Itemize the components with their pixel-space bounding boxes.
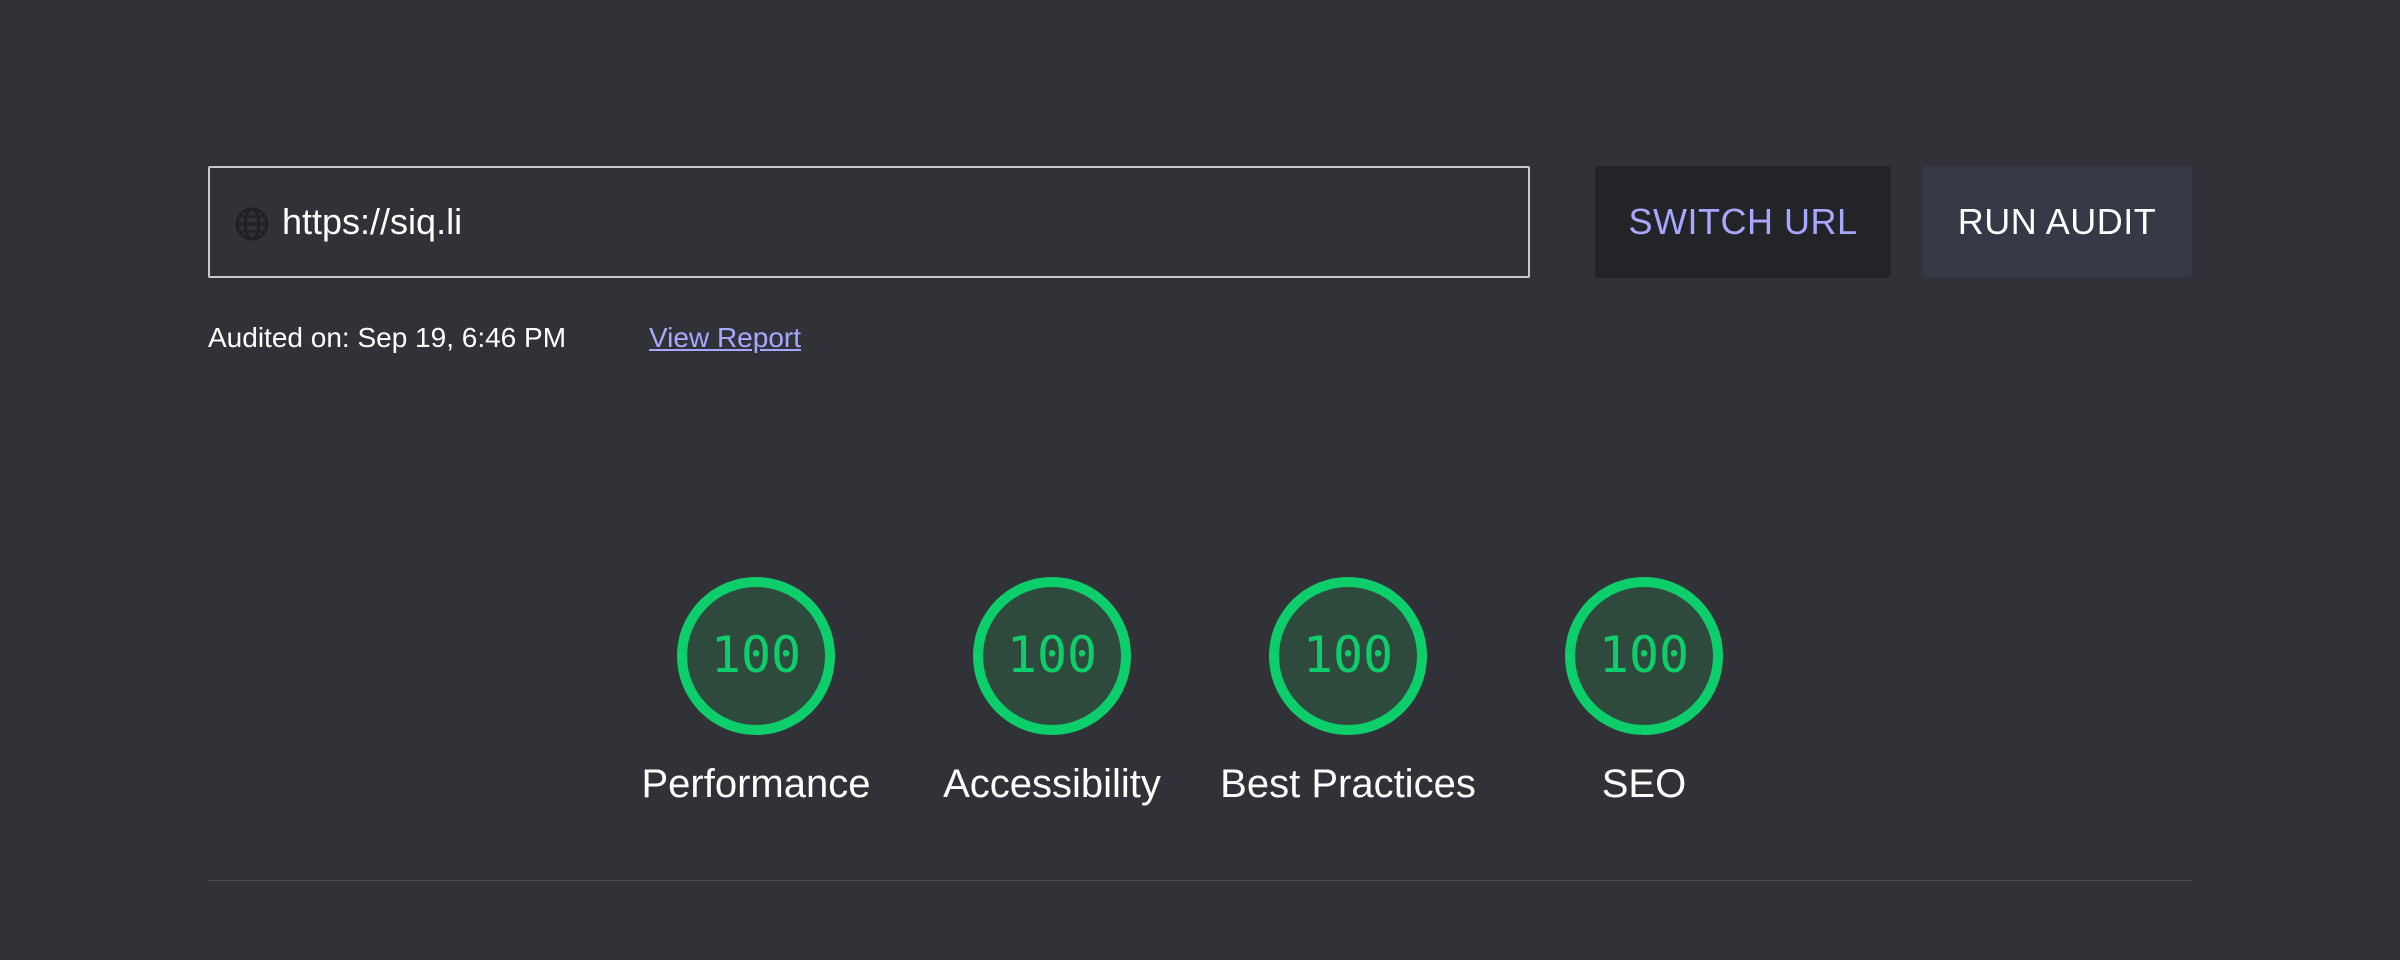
url-field[interactable] bbox=[208, 166, 1530, 278]
switch-url-button[interactable]: SWITCH URL bbox=[1595, 166, 1891, 278]
audited-on-text: Audited on: Sep 19, 6:46 PM bbox=[208, 322, 567, 353]
section-divider bbox=[208, 880, 2192, 881]
run-audit-button[interactable]: RUN AUDIT bbox=[1922, 166, 2192, 278]
score-gauge-accessibility[interactable]: 100 Accessibility bbox=[902, 574, 1202, 807]
globe-icon bbox=[235, 207, 269, 241]
score-ring: 100 bbox=[1269, 577, 1427, 735]
score-label: Best Practices bbox=[1220, 762, 1476, 806]
score-ring: 100 bbox=[677, 577, 835, 735]
score-value: 100 bbox=[1599, 626, 1689, 684]
score-gauge-best-practices[interactable]: 100 Best Practices bbox=[1198, 574, 1498, 807]
score-ring: 100 bbox=[973, 577, 1131, 735]
score-value: 100 bbox=[1303, 626, 1393, 684]
score-label: Performance bbox=[641, 762, 871, 806]
score-value: 100 bbox=[711, 626, 801, 684]
score-ring: 100 bbox=[1565, 577, 1723, 735]
score-gauge-seo[interactable]: 100 SEO bbox=[1494, 574, 1794, 807]
lighthouse-audit-page: SWITCH URL RUN AUDIT Audited on: Sep 19,… bbox=[0, 0, 2400, 960]
score-label: Accessibility bbox=[943, 762, 1161, 806]
score-value: 100 bbox=[1007, 626, 1097, 684]
score-label: SEO bbox=[1601, 762, 1687, 806]
score-gauge-performance[interactable]: 100 Performance bbox=[606, 574, 906, 807]
view-report-link[interactable]: View Report bbox=[649, 322, 801, 354]
url-input[interactable] bbox=[282, 186, 1482, 258]
